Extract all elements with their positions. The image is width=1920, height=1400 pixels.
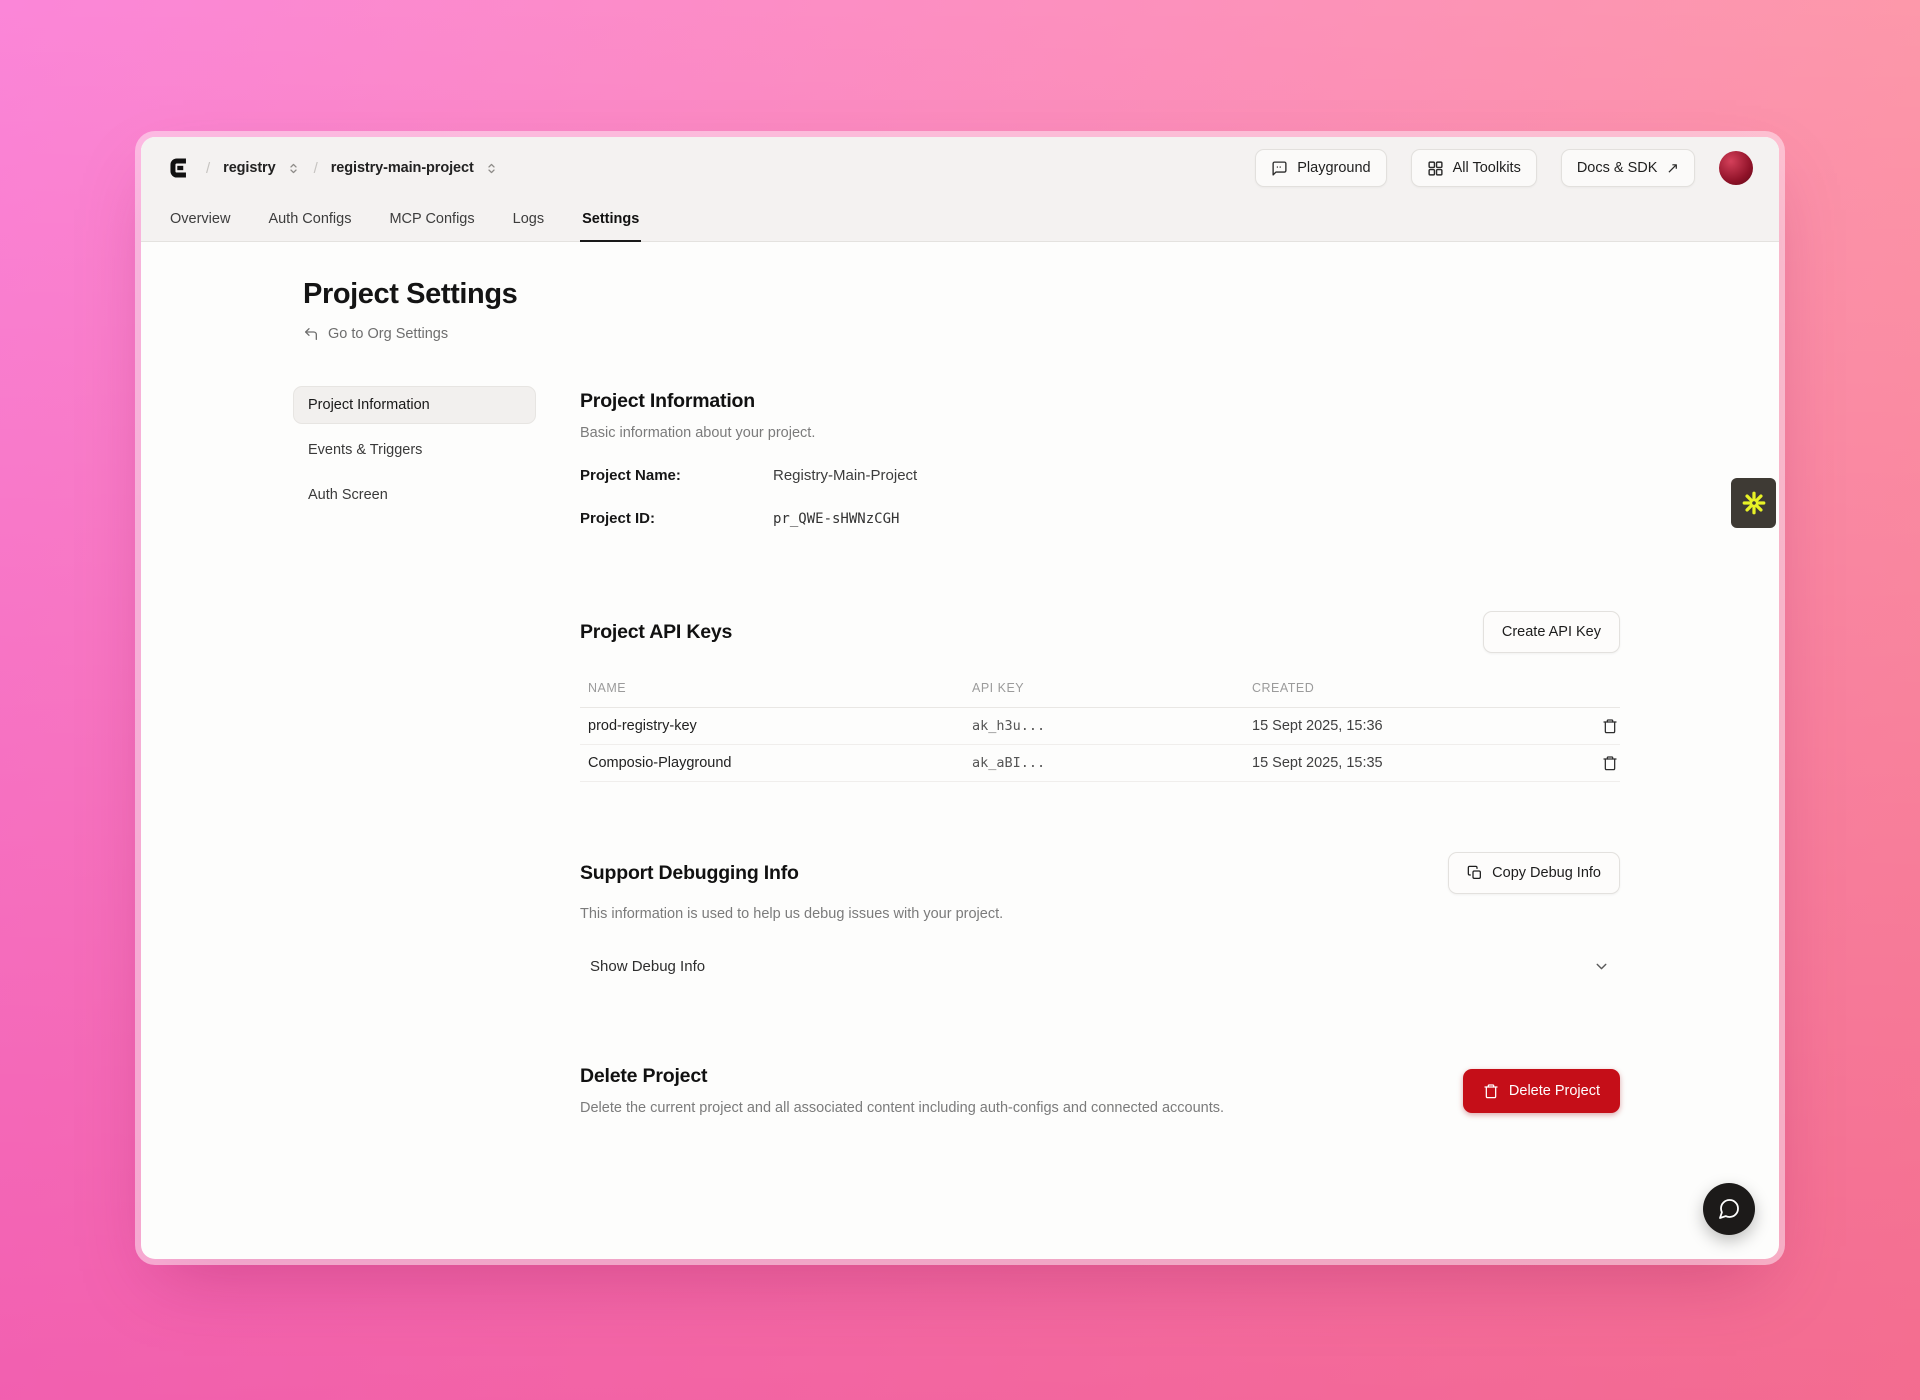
breadcrumb-row: / registry / registry-main-project <box>167 137 1753 199</box>
project-id-label: Project ID: <box>580 510 773 527</box>
api-key-name: Composio-Playground <box>580 755 964 771</box>
feedback-widget-button[interactable] <box>1731 478 1776 528</box>
section-delete-project: Delete Project Delete the current projec… <box>580 1065 1620 1116</box>
section-debug-info: Support Debugging Info Copy Debug Info T… <box>580 852 1620 985</box>
trash-icon <box>1602 718 1618 734</box>
copy-debug-info-label: Copy Debug Info <box>1492 865 1601 881</box>
section-title: Delete Project <box>580 1065 1224 1088</box>
nav-item-project-information[interactable]: Project Information <box>293 386 536 424</box>
breadcrumb-separator: / <box>206 160 210 177</box>
card-header: / registry / registry-main-project <box>141 137 1779 242</box>
header-actions: Playground All Toolkits Docs & SDK ↗ <box>1255 149 1753 187</box>
table-row: Composio-Playground ak_aBI... 15 Sept 20… <box>580 745 1620 782</box>
api-key-value: ak_aBI... <box>964 755 1244 771</box>
column-header-created: CREATED <box>1244 681 1580 695</box>
playground-button-label: Playground <box>1297 160 1370 176</box>
page-background: / registry / registry-main-project <box>0 0 1920 1400</box>
project-id-row: Project ID: pr_QWE-sHWNzCGH <box>580 510 1620 527</box>
show-debug-info-toggle[interactable]: Show Debug Info <box>580 948 1620 985</box>
playground-icon <box>1271 160 1288 177</box>
breadcrumb-separator: / <box>314 160 318 177</box>
tab-settings[interactable]: Settings <box>580 201 641 242</box>
create-api-key-button[interactable]: Create API Key <box>1483 611 1620 653</box>
section-title: Project Information <box>580 390 1620 413</box>
tab-auth-configs[interactable]: Auth Configs <box>266 201 353 242</box>
api-key-value: ak_h3u... <box>964 718 1244 734</box>
playground-button[interactable]: Playground <box>1255 149 1386 187</box>
delete-project-button[interactable]: Delete Project <box>1463 1069 1620 1113</box>
section-title: Support Debugging Info <box>580 862 799 885</box>
section-description: Delete the current project and all assoc… <box>580 1100 1224 1116</box>
api-key-created: 15 Sept 2025, 15:36 <box>1244 718 1580 734</box>
docs-sdk-button[interactable]: Docs & SDK ↗ <box>1561 149 1695 187</box>
chevron-down-icon <box>1593 958 1610 975</box>
user-avatar[interactable] <box>1719 151 1753 185</box>
chevrons-updown-icon[interactable] <box>286 161 301 176</box>
api-key-name: prod-registry-key <box>580 718 964 734</box>
column-header-api-key: API KEY <box>964 681 1244 695</box>
column-header-name: NAME <box>580 681 964 695</box>
delete-key-button[interactable] <box>1580 718 1620 734</box>
all-toolkits-button[interactable]: All Toolkits <box>1411 149 1537 187</box>
go-to-org-settings-link[interactable]: Go to Org Settings <box>303 326 1620 342</box>
tab-overview[interactable]: Overview <box>168 201 232 242</box>
api-keys-table: NAME API KEY CREATED prod-registry-key a… <box>580 681 1620 782</box>
tab-mcp-configs[interactable]: MCP Configs <box>387 201 476 242</box>
section-description: Basic information about your project. <box>580 425 1620 441</box>
chat-support-button[interactable] <box>1703 1183 1755 1235</box>
arrow-up-right-icon: ↗ <box>1666 159 1679 177</box>
chat-bubble-icon <box>1717 1197 1741 1221</box>
section-description: This information is used to help us debu… <box>580 906 1620 922</box>
content: Project Settings Go to Org Settings Proj… <box>141 242 1779 1116</box>
breadcrumb-project[interactable]: registry-main-project <box>331 160 474 176</box>
show-debug-info-label: Show Debug Info <box>590 958 705 975</box>
section-api-keys: Project API Keys Create API Key NAME API… <box>580 611 1620 782</box>
asterisk-icon <box>1741 490 1767 516</box>
table-header-row: NAME API KEY CREATED <box>580 681 1620 708</box>
api-key-created: 15 Sept 2025, 15:35 <box>1244 755 1580 771</box>
section-project-information: Project Information Basic information ab… <box>580 390 1620 527</box>
trash-icon <box>1602 755 1618 771</box>
project-name-value: Registry-Main-Project <box>773 467 917 484</box>
corner-up-left-icon <box>303 326 319 342</box>
delete-project-label: Delete Project <box>1509 1083 1600 1099</box>
grid-icon <box>1427 160 1444 177</box>
copy-debug-info-button[interactable]: Copy Debug Info <box>1448 852 1620 894</box>
nav-item-events-triggers[interactable]: Events & Triggers <box>293 431 536 469</box>
chevrons-updown-icon[interactable] <box>484 161 499 176</box>
composio-logo-icon <box>167 155 193 181</box>
section-title: Project API Keys <box>580 621 732 644</box>
docs-sdk-button-label: Docs & SDK <box>1577 160 1658 176</box>
tab-logs[interactable]: Logs <box>511 201 546 242</box>
trash-icon <box>1483 1083 1499 1099</box>
go-to-org-settings-label: Go to Org Settings <box>328 326 448 342</box>
project-name-label: Project Name: <box>580 467 773 484</box>
breadcrumb-org[interactable]: registry <box>223 160 275 176</box>
tabs: Overview Auth Configs MCP Configs Logs S… <box>167 199 1753 241</box>
settings-main: Project Information Basic information ab… <box>580 386 1620 1116</box>
project-id-value: pr_QWE-sHWNzCGH <box>773 511 899 527</box>
all-toolkits-button-label: All Toolkits <box>1453 160 1521 176</box>
settings-nav: Project Information Events & Triggers Au… <box>293 386 536 1116</box>
nav-item-auth-screen[interactable]: Auth Screen <box>293 476 536 514</box>
page-title: Project Settings <box>303 278 1620 311</box>
table-row: prod-registry-key ak_h3u... 15 Sept 2025… <box>580 708 1620 745</box>
copy-icon <box>1467 865 1483 881</box>
breadcrumb: / registry / registry-main-project <box>167 155 499 181</box>
delete-key-button[interactable] <box>1580 755 1620 771</box>
project-name-row: Project Name: Registry-Main-Project <box>580 467 1620 484</box>
app-card: / registry / registry-main-project <box>141 137 1779 1259</box>
